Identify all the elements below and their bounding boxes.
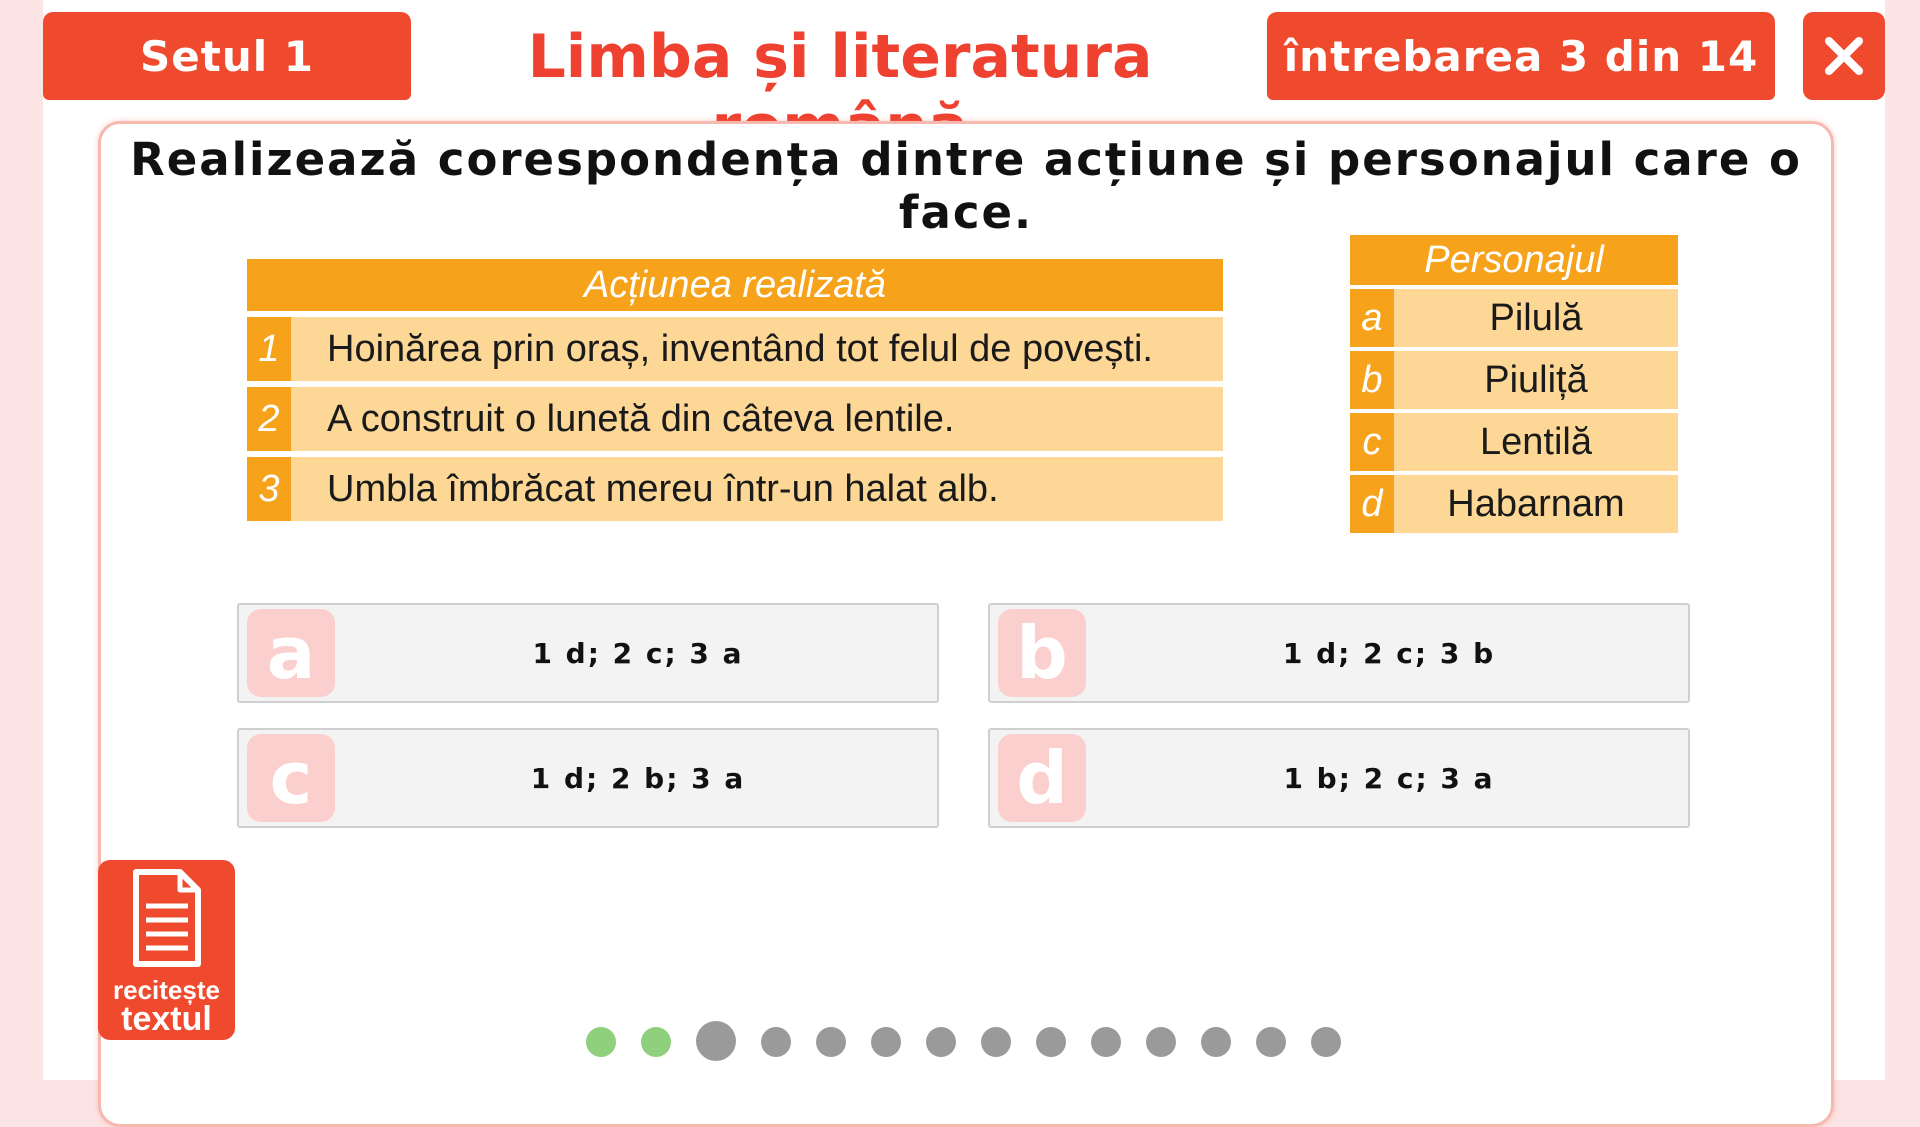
progress-dot[interactable] xyxy=(761,1027,791,1057)
row-number: 2 xyxy=(247,387,291,451)
option-text: 1 b; 2 c; 3 a xyxy=(1283,761,1495,795)
characters-table-header: Personajul xyxy=(1350,235,1678,285)
action-text: Umbla îmbrăcat mereu într-un halat alb. xyxy=(327,467,999,510)
progress-dot[interactable] xyxy=(1311,1027,1341,1057)
progress-dot[interactable] xyxy=(871,1027,901,1057)
row-letter: d xyxy=(1350,475,1394,533)
progress-dot[interactable] xyxy=(1201,1027,1231,1057)
progress-dots xyxy=(586,1021,1366,1062)
table-row: 2 A construit o lunetă din câteva lentil… xyxy=(247,387,1223,451)
option-letter-badge: b xyxy=(998,609,1086,697)
progress-dot[interactable] xyxy=(586,1027,616,1057)
progress-dot[interactable] xyxy=(926,1027,956,1057)
progress-dot[interactable] xyxy=(1256,1027,1286,1057)
character-name: Habarnam xyxy=(1447,482,1625,525)
reread-label-line2: textul xyxy=(121,1000,212,1038)
option-letter-badge: a xyxy=(247,609,335,697)
table-row: a Pilulă xyxy=(1350,289,1678,347)
table-row: c Lentilă xyxy=(1350,413,1678,471)
question-counter: întrebarea 3 din 14 xyxy=(1267,12,1775,100)
close-button[interactable] xyxy=(1803,12,1885,100)
progress-dot[interactable] xyxy=(1091,1027,1121,1057)
document-icon xyxy=(133,869,201,967)
table-row: 3 Umbla îmbrăcat mereu într-un halat alb… xyxy=(247,457,1223,521)
character-name: Pilulă xyxy=(1489,296,1583,339)
question-text: Realizează corespondența dintre acțiune … xyxy=(130,133,1802,239)
close-icon xyxy=(1825,37,1863,75)
row-number: 1 xyxy=(247,317,291,381)
character-name: Lentilă xyxy=(1480,420,1592,463)
set-label: Setul 1 xyxy=(43,12,411,100)
table-row: d Habarnam xyxy=(1350,475,1678,533)
actions-table-header: Acțiunea realizată xyxy=(247,259,1223,311)
progress-dot[interactable] xyxy=(981,1027,1011,1057)
row-letter: a xyxy=(1350,289,1394,347)
progress-dot[interactable] xyxy=(1036,1027,1066,1057)
progress-dot[interactable] xyxy=(696,1021,736,1061)
row-letter: c xyxy=(1350,413,1394,471)
answer-option-d[interactable]: d 1 b; 2 c; 3 a xyxy=(988,728,1690,828)
progress-dot[interactable] xyxy=(1146,1027,1176,1057)
option-text: 1 d; 2 c; 3 a xyxy=(532,636,744,670)
option-letter-badge: c xyxy=(247,734,335,822)
characters-table: Personajul a Pilulă b Piuliță c Lentilă … xyxy=(1350,235,1678,533)
answer-option-b[interactable]: b 1 d; 2 c; 3 b xyxy=(988,603,1690,703)
action-text: A construit o lunetă din câteva lentile. xyxy=(327,397,955,440)
action-text: Hoinărea prin oraș, inventând tot felul … xyxy=(327,327,1153,370)
character-name: Piuliță xyxy=(1484,358,1588,401)
table-row: 1 Hoinărea prin oraș, inventând tot felu… xyxy=(247,317,1223,381)
answer-option-a[interactable]: a 1 d; 2 c; 3 a xyxy=(237,603,939,703)
progress-dot[interactable] xyxy=(816,1027,846,1057)
option-text: 1 d; 2 b; 3 a xyxy=(530,761,746,795)
option-letter-badge: d xyxy=(998,734,1086,822)
row-letter: b xyxy=(1350,351,1394,409)
answer-option-c[interactable]: c 1 d; 2 b; 3 a xyxy=(237,728,939,828)
table-row: b Piuliță xyxy=(1350,351,1678,409)
option-text: 1 d; 2 c; 3 b xyxy=(1282,636,1496,670)
reread-text-button[interactable]: recitește textul xyxy=(98,860,235,1040)
row-number: 3 xyxy=(247,457,291,521)
progress-dot[interactable] xyxy=(641,1027,671,1057)
actions-table: Acțiunea realizată 1 Hoinărea prin oraș,… xyxy=(247,259,1223,521)
